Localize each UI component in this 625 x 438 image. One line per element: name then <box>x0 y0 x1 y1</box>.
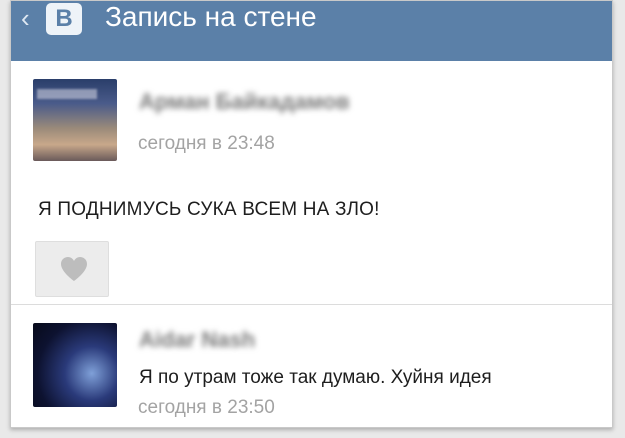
back-arrow-icon[interactable]: ‹ <box>21 5 30 31</box>
comment-divider <box>11 304 612 305</box>
comment-author-name[interactable]: Aidar Nash <box>139 327 255 353</box>
comment-timestamp: сегодня в 23:50 <box>138 397 275 418</box>
post-author-avatar[interactable] <box>33 79 117 161</box>
top-bar: ‹ В Запись на стене <box>11 1 612 61</box>
heart-icon <box>61 257 87 281</box>
avatar-image-detail <box>37 89 97 99</box>
comment-author-avatar[interactable] <box>33 323 117 407</box>
post-author-name[interactable]: Арман Байкадамов <box>139 89 350 115</box>
vk-logo[interactable]: В <box>46 3 82 35</box>
post-text: Я ПОДНИМУСЬ СУКА ВСЕМ НА ЗЛО! <box>38 199 380 220</box>
comment-text: Я по утрам тоже так думаю. Хуйня идея <box>139 367 492 388</box>
post-timestamp: сегодня в 23:48 <box>138 133 275 154</box>
screenshot-frame: ‹ В Запись на стене Арман Байкадамов сег… <box>10 0 613 428</box>
page-title: Запись на стене <box>105 1 317 32</box>
like-button[interactable] <box>35 241 109 297</box>
